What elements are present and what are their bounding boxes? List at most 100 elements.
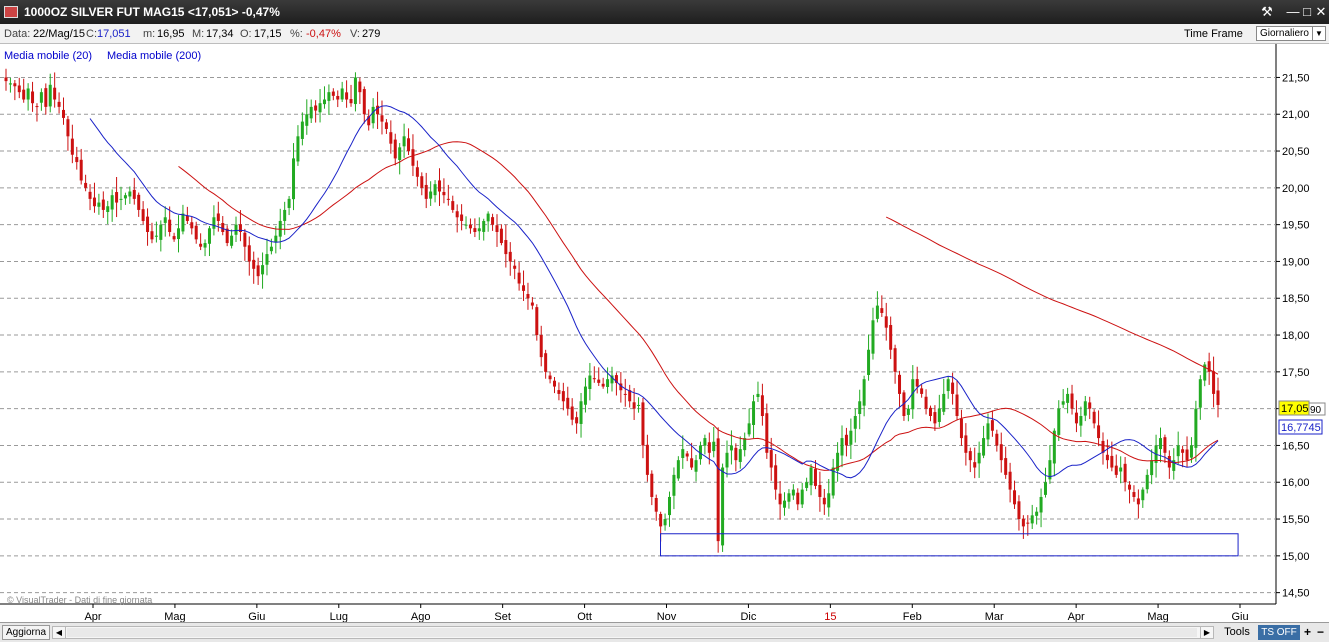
candle-body (424, 184, 428, 199)
close-button[interactable]: ✕ (1314, 4, 1328, 19)
candle-body (844, 434, 848, 446)
scroll-thumb[interactable] (67, 628, 1197, 637)
vol-value: 279 (362, 28, 381, 40)
candle-body (1092, 411, 1096, 424)
candle-body (681, 449, 685, 458)
candle-body (827, 493, 831, 508)
candle-body (946, 379, 950, 392)
candle-body (990, 420, 994, 431)
candle-body (1021, 518, 1025, 527)
candle-body (336, 95, 340, 100)
candle-body (287, 198, 291, 208)
maximize-button[interactable]: □ (1300, 4, 1314, 19)
candle-body (548, 375, 552, 380)
candle-body (787, 493, 791, 502)
candle-body (1216, 390, 1220, 405)
candle-body (486, 213, 490, 222)
candle-body (1119, 467, 1123, 472)
candle-body (146, 216, 150, 232)
zoom-in-button[interactable]: + (1302, 625, 1313, 640)
candle-body (1013, 490, 1017, 505)
scroll-right-icon[interactable]: ▶ (1200, 627, 1213, 638)
candle-body (703, 438, 707, 446)
candle-body (1114, 465, 1118, 475)
candle-body (39, 92, 43, 103)
candle-body (906, 408, 910, 415)
candle-body (292, 158, 296, 200)
candle-body (451, 201, 455, 210)
y-tick-label: 15,00 (1282, 551, 1310, 563)
candle-body (62, 109, 66, 118)
candle-body (70, 138, 74, 155)
date-value: 22/Mag/15 (33, 28, 85, 40)
candle-body (327, 92, 331, 101)
candle-body (491, 217, 495, 225)
candle-body (389, 132, 393, 144)
candle-body (566, 397, 570, 409)
minimize-button[interactable]: — (1286, 4, 1300, 19)
candle-body (499, 228, 503, 244)
last-price-value: 17,05 (1281, 403, 1309, 415)
candle-body (606, 379, 610, 387)
horizontal-scrollbar[interactable]: ◀ ▶ (52, 626, 1214, 639)
candle-body (216, 213, 220, 221)
candle-body (1083, 401, 1087, 416)
candle-body (88, 191, 92, 199)
candle-body (924, 396, 928, 409)
candle-body (172, 236, 176, 240)
candle-body (1004, 458, 1008, 475)
candle-body (106, 206, 110, 213)
candle-body (579, 401, 583, 424)
legend-ma200[interactable]: Media mobile (200) (107, 50, 201, 62)
candle-body (203, 243, 207, 248)
candle-body (274, 235, 278, 243)
candle-body (508, 251, 512, 262)
candle-body (849, 430, 853, 445)
app-icon (4, 6, 18, 18)
candle-body (915, 379, 919, 387)
candle-body (685, 453, 689, 457)
plot-area (0, 44, 1276, 604)
candle-body (1039, 496, 1043, 513)
tools-button[interactable]: Tools (1218, 625, 1256, 640)
candle-body (1026, 522, 1030, 524)
candle-body (668, 496, 672, 516)
candle-body (137, 194, 141, 210)
ts-off-button[interactable]: TS OFF (1258, 625, 1300, 640)
candle-body (875, 305, 879, 319)
candle-body (513, 265, 517, 269)
candle-body (460, 214, 464, 221)
chevron-down-icon[interactable]: ▼ (1312, 27, 1325, 40)
candle-body (765, 413, 769, 453)
y-tick-label: 17,50 (1282, 367, 1310, 379)
bottom-bar: Aggiorna ◀ ▶ Tools TS OFF + − (0, 622, 1329, 642)
candle-body (238, 224, 242, 232)
candle-body (212, 217, 216, 229)
candle-body (318, 103, 322, 113)
y-tick-label: 20,50 (1282, 146, 1310, 158)
tool-icon[interactable]: ⚒ (1260, 4, 1274, 19)
candle-body (1212, 371, 1216, 394)
candle-body (437, 180, 441, 192)
refresh-button[interactable]: Aggiorna (2, 625, 50, 640)
scroll-left-icon[interactable]: ◀ (53, 627, 66, 638)
candle-body (955, 394, 959, 416)
x-tick-label: Ago (411, 611, 431, 622)
y-tick-label: 20,00 (1282, 183, 1310, 195)
candle-body (261, 265, 265, 275)
candle-body (415, 167, 419, 177)
candle-body (132, 189, 136, 199)
candle-body (150, 231, 154, 240)
candle-body (641, 402, 645, 446)
zoom-out-button[interactable]: − (1315, 625, 1326, 640)
legend-ma20[interactable]: Media mobile (20) (4, 50, 92, 62)
candle-body (247, 245, 251, 262)
candle-body (707, 442, 711, 453)
candle-body (31, 91, 35, 104)
candle-body (853, 416, 857, 429)
time-frame-select[interactable]: Giornaliero ▼ (1256, 26, 1326, 41)
candle-body (995, 433, 999, 446)
price-chart[interactable]: 21,50 21,00 20,50 20,00 19,50 19,00 18,50 18,00… (0, 44, 1329, 622)
candle-body (937, 408, 941, 422)
candle-body (4, 77, 8, 82)
